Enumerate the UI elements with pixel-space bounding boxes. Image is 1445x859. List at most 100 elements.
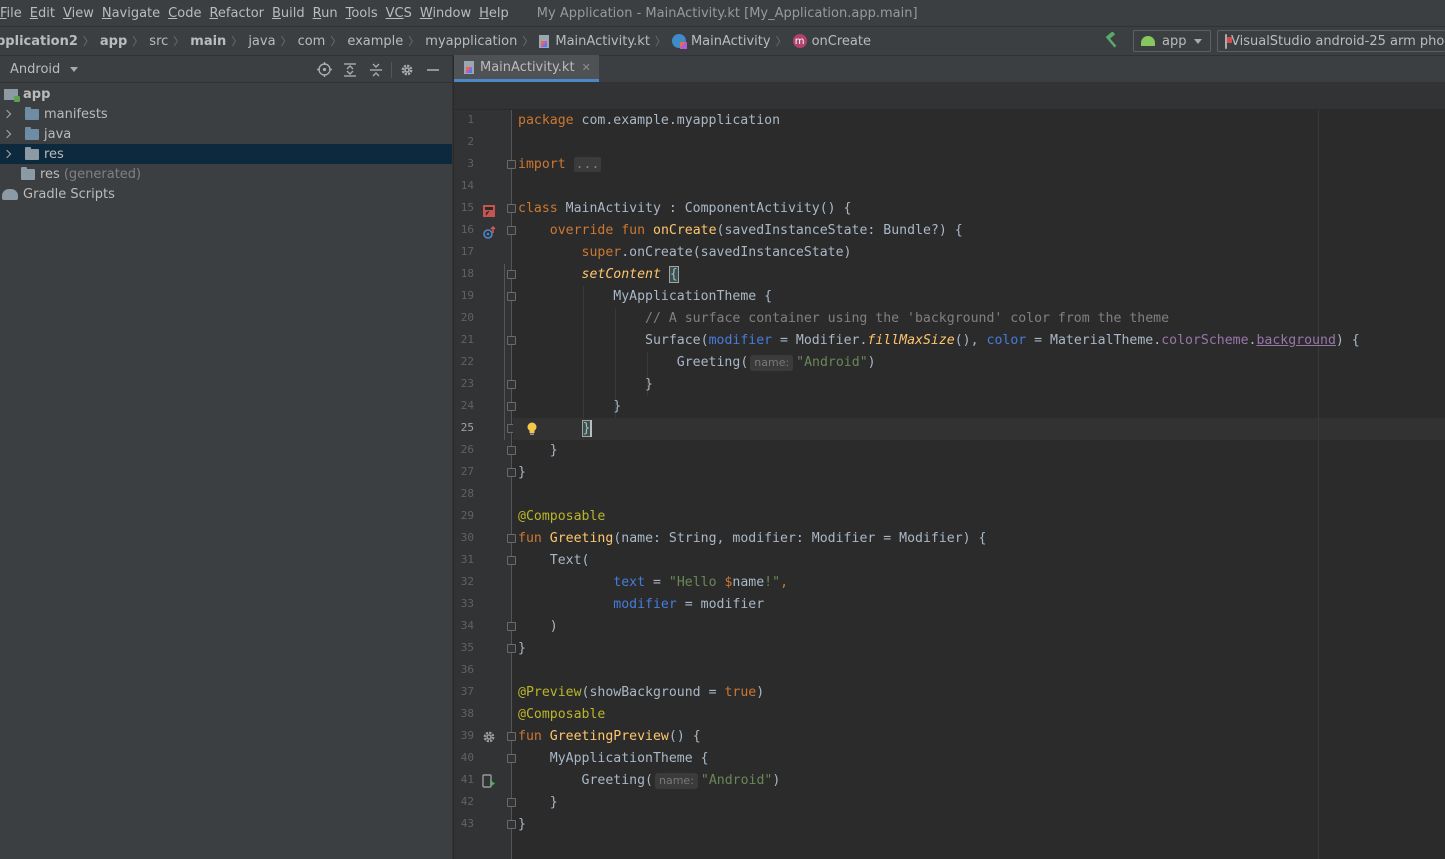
line-number: 17 (460, 245, 474, 258)
menu-code[interactable]: Code (164, 6, 205, 21)
crumb-project[interactable]: pplication2 (0, 34, 78, 49)
tree-item-label: app (23, 86, 51, 102)
line-number: 16 (460, 223, 474, 236)
tree-item-java[interactable]: java (0, 124, 452, 144)
tree-item-gradle-scripts[interactable]: Gradle Scripts (0, 184, 452, 204)
crumb-file[interactable]: MainActivity.kt (539, 34, 650, 49)
collapse-all-icon[interactable] (363, 63, 389, 77)
android-icon (1141, 36, 1155, 46)
code-area[interactable]: package com.example.myapplication import… (504, 110, 1445, 859)
run-configuration-dropdown[interactable]: app (1133, 30, 1211, 52)
menu-navigate[interactable]: Navigate (98, 6, 164, 21)
kotlin-file-icon (464, 60, 475, 74)
crumb-example[interactable]: example (347, 34, 403, 49)
line-number: 18 (460, 267, 474, 280)
chevron-right-icon[interactable] (2, 129, 12, 139)
crumb-app[interactable]: app (100, 34, 127, 49)
line-number: 41 (460, 773, 474, 786)
line-number: 14 (460, 179, 474, 192)
project-view-selector[interactable]: Android (10, 62, 60, 77)
crumb-method[interactable]: m onCreate (792, 34, 871, 49)
tree-item-manifests[interactable]: manifests (0, 104, 452, 124)
code-line: @Composable (518, 707, 606, 722)
tree-item-res[interactable]: res (0, 144, 452, 164)
chevron-right-icon: 〉 (654, 35, 666, 48)
code-line: } (518, 641, 526, 656)
module-icon (4, 88, 20, 102)
line-number: 33 (460, 597, 474, 610)
folder-icon (25, 126, 39, 140)
crumb-com[interactable]: com (298, 34, 326, 49)
tree-item-res-generated[interactable]: res (generated) (0, 164, 452, 184)
code-line: } (549, 443, 558, 458)
code-line: @Preview(showBackground = true) (518, 685, 765, 700)
device-selector[interactable]: VisualStudio android-25 arm phon (1217, 30, 1445, 52)
menu-run[interactable]: Run (309, 6, 342, 21)
line-number: 3 (467, 157, 474, 170)
code-line: // A surface container using the 'backgr… (645, 311, 1170, 326)
gear-icon[interactable] (394, 63, 420, 77)
line-number: 2 (467, 135, 474, 148)
tree-item-app[interactable]: app (0, 84, 452, 104)
menu-edit[interactable]: Edit (26, 6, 59, 21)
method-icon: m (792, 34, 807, 48)
menu-file[interactable]: File (0, 6, 26, 21)
code-line: class MainActivity : ComponentActivity()… (518, 201, 852, 216)
tree-item-label: manifests (44, 106, 108, 122)
code-line: MyApplicationTheme { (613, 289, 773, 304)
chevron-right-icon[interactable] (2, 149, 12, 159)
line-number: 36 (460, 663, 474, 676)
code-line: super.onCreate(savedInstanceState) (581, 245, 852, 260)
menu-refactor[interactable]: Refactor (205, 6, 268, 21)
code-line: Greeting(name: "Android") (676, 355, 876, 371)
tab-mainactivity[interactable]: MainActivity.kt ✕ (454, 55, 599, 82)
kotlin-file-icon (539, 34, 550, 48)
line-number: 40 (460, 751, 474, 764)
editor-tab-bar: MainActivity.kt ✕ (454, 55, 1445, 83)
code-line: override fun onCreate(savedInstanceState… (549, 223, 963, 238)
gear-icon[interactable] (482, 730, 496, 744)
chevron-right-icon: 〉 (775, 35, 787, 48)
tree-item-label: res (44, 146, 64, 162)
chevron-down-icon (1194, 38, 1203, 44)
folded-imports[interactable]: ... (573, 157, 602, 172)
code-line: } (613, 399, 622, 414)
gutter: 1 2 3 14 15 16 17 18 19 20 21 22 23 24 2… (454, 110, 516, 859)
override-method-icon[interactable] (482, 226, 496, 240)
code-line: text = "Hello $name!", (613, 575, 789, 590)
menu-help[interactable]: Help (475, 6, 513, 21)
line-number: 26 (460, 443, 474, 456)
line-number: 31 (460, 553, 474, 566)
line-number: 21 (460, 333, 474, 346)
code-line: fun GreetingPreview() { (518, 729, 701, 744)
run-toolbar: app VisualStudio android-25 arm phon (1103, 27, 1445, 55)
crumb-class[interactable]: MainActivity (671, 34, 771, 49)
code-line: MyApplicationTheme { (549, 751, 709, 766)
crumb-myapplication[interactable]: myapplication (425, 34, 517, 49)
chevron-right-icon[interactable] (2, 109, 12, 119)
line-number: 28 (460, 487, 474, 500)
menu-build[interactable]: Build (268, 6, 309, 21)
expand-all-icon[interactable] (337, 62, 363, 77)
menu-tools[interactable]: Tools (342, 6, 382, 21)
tree-item-suffix: (generated) (63, 166, 142, 182)
gradle-icon (2, 188, 18, 200)
line-number: 38 (460, 707, 474, 720)
activity-layout-icon[interactable] (482, 204, 496, 218)
crosshair-icon[interactable] (311, 62, 337, 77)
crumb-main[interactable]: main (190, 34, 226, 49)
menu-vcs[interactable]: VCS (382, 6, 416, 21)
menu-window[interactable]: Window (416, 6, 475, 21)
crumb-src[interactable]: src (149, 34, 168, 49)
menu-view[interactable]: View (59, 6, 98, 21)
crumb-java[interactable]: java (248, 34, 275, 49)
minimize-icon[interactable] (420, 63, 446, 77)
hammer-icon[interactable] (1103, 32, 1121, 50)
chevron-right-icon: 〉 (522, 35, 534, 48)
chevron-down-icon[interactable] (70, 66, 79, 72)
line-number: 34 (460, 619, 474, 632)
close-icon[interactable]: ✕ (582, 61, 591, 74)
line-number: 19 (460, 289, 474, 302)
project-panel: Android app manifests java res res (gene… (0, 56, 453, 859)
run-preview-icon[interactable] (482, 774, 496, 788)
